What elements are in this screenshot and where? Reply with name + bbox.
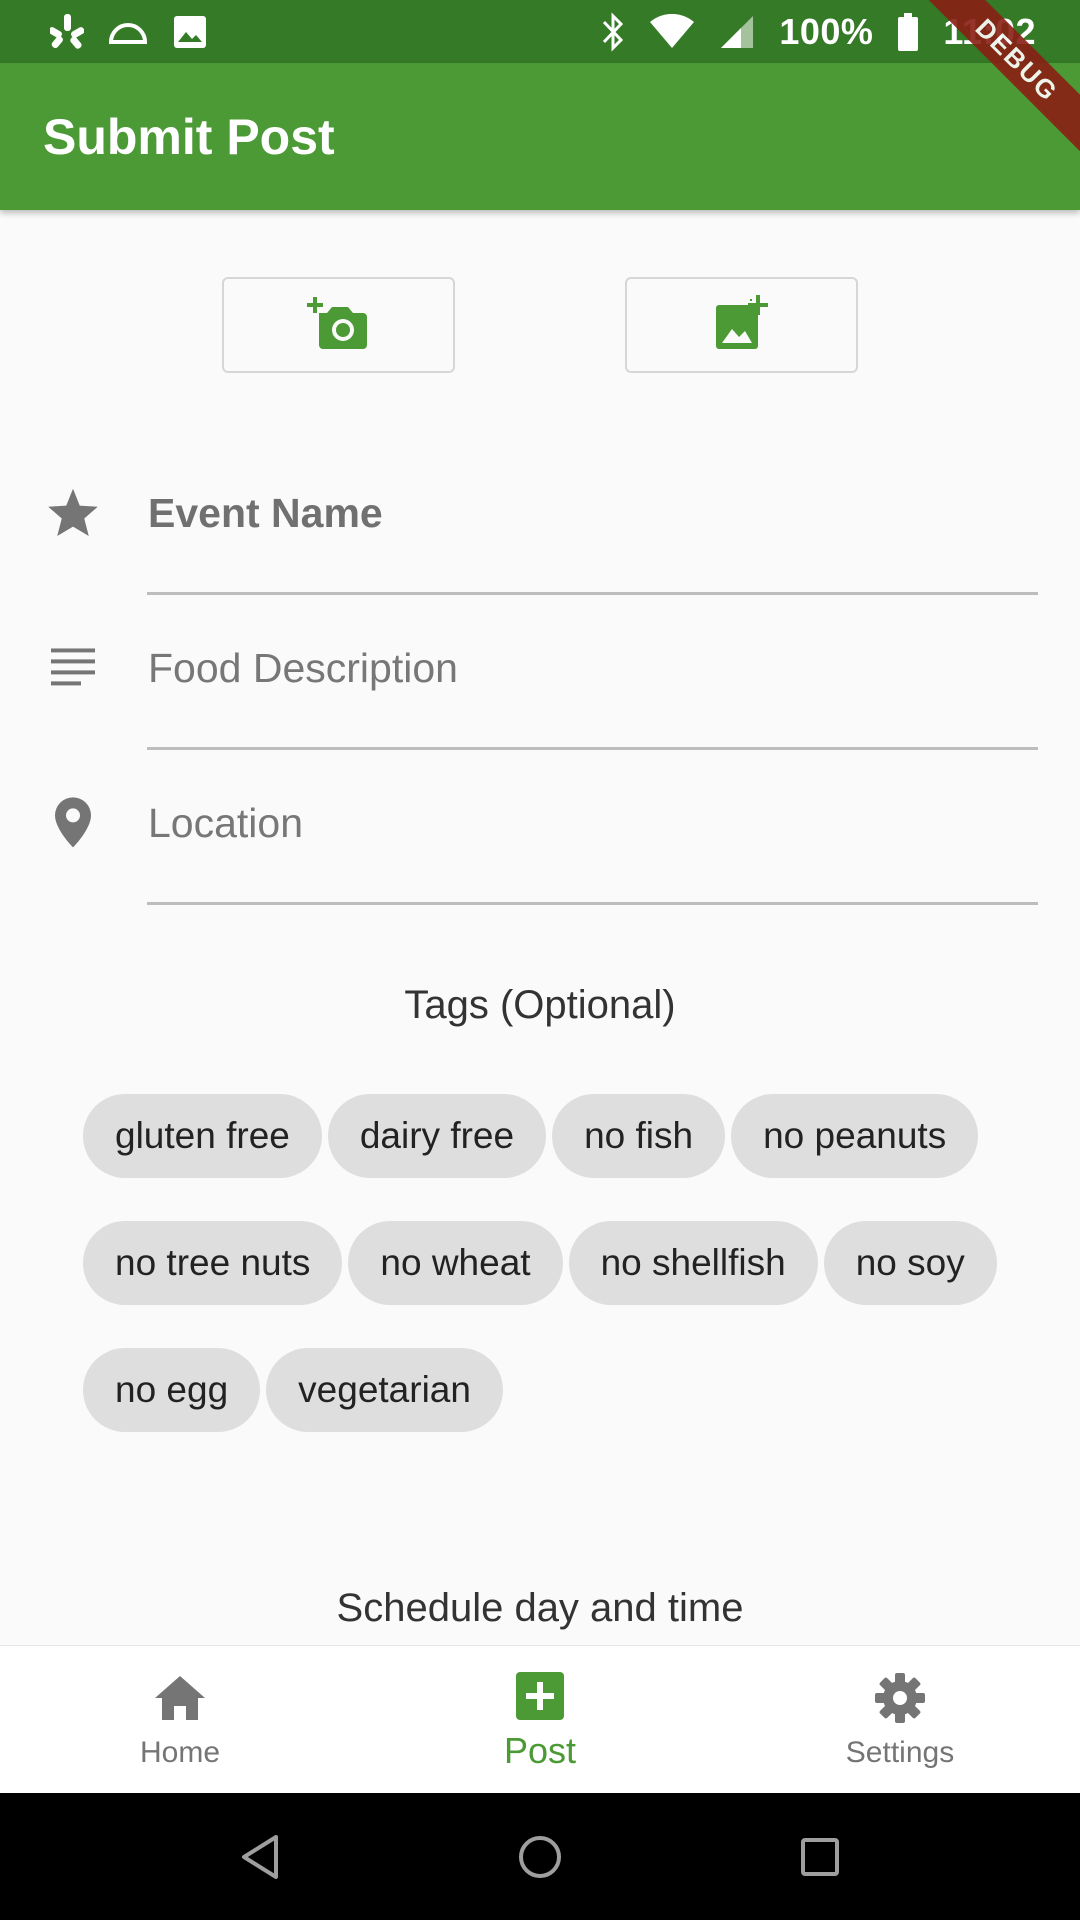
tag-chip-no-wheat[interactable]: no wheat — [348, 1221, 563, 1305]
tag-chip-no-tree-nuts[interactable]: no tree nuts — [83, 1221, 343, 1305]
location-underline — [147, 902, 1038, 905]
bottom-navigation: Home Post Settings — [0, 1645, 1080, 1793]
page-title: Submit Post — [43, 108, 335, 165]
yelp-icon — [50, 12, 84, 52]
tag-chip-vegetarian[interactable]: vegetarian — [266, 1348, 503, 1432]
signal-icon — [719, 14, 755, 50]
nav-item-settings[interactable]: Settings — [720, 1646, 1080, 1793]
recents-icon[interactable] — [775, 1812, 865, 1902]
nav-label-home: Home — [139, 1735, 221, 1769]
image-icon — [172, 14, 208, 50]
status-left-icons — [50, 12, 208, 52]
event-name-row: Event Name — [0, 440, 1080, 595]
battery-icon — [897, 12, 919, 52]
gear-icon — [873, 1670, 927, 1726]
tags-title: Tags (Optional) — [404, 983, 676, 1027]
add-box-icon — [516, 1668, 564, 1724]
status-bar: 100% 11:02 — [0, 0, 1080, 63]
food-description-field[interactable]: Food Description — [148, 644, 458, 691]
tag-chip-dairy-free[interactable]: dairy free — [327, 1094, 547, 1178]
tags-list: gluten free dairy free no fish no peanut… — [83, 1094, 1003, 1432]
location-field[interactable]: Location — [148, 799, 303, 846]
tag-chip-no-peanuts[interactable]: no peanuts — [731, 1094, 979, 1178]
take-photo-button[interactable] — [222, 277, 455, 373]
event-name-field[interactable]: Event Name — [148, 489, 383, 536]
pick-image-button[interactable] — [625, 277, 858, 373]
location-row: Location — [0, 750, 1080, 905]
nav-label-post: Post — [503, 1729, 577, 1771]
tag-chip-no-soy[interactable]: no soy — [823, 1221, 997, 1305]
tag-chip-no-egg[interactable]: no egg — [83, 1348, 261, 1432]
add-photo-alternate-icon — [714, 294, 770, 356]
nav-item-post[interactable]: Post — [360, 1646, 720, 1793]
tag-chip-gluten-free[interactable]: gluten free — [83, 1094, 322, 1178]
star-icon — [45, 484, 101, 540]
nav-item-home[interactable]: Home — [0, 1646, 360, 1793]
home-circle-icon[interactable] — [495, 1812, 585, 1902]
food-description-row: Food Description — [0, 595, 1080, 750]
bluetooth-icon — [601, 11, 625, 52]
system-navigation-bar — [0, 1793, 1080, 1920]
arc-icon — [108, 17, 148, 47]
tag-chip-no-fish[interactable]: no fish — [552, 1094, 726, 1178]
battery-percent: 100% — [779, 10, 874, 52]
tag-chip-no-shellfish[interactable]: no shellfish — [568, 1221, 818, 1305]
nav-label-settings: Settings — [845, 1735, 955, 1769]
schedule-title: Schedule day and time — [336, 1586, 744, 1630]
wifi-icon — [649, 13, 695, 50]
home-icon — [153, 1670, 207, 1726]
notes-icon — [45, 639, 101, 695]
app-bar: Submit Post — [0, 63, 1080, 210]
location-pin-icon — [45, 794, 101, 850]
back-icon[interactable] — [215, 1812, 305, 1902]
add-a-photo-icon — [306, 295, 371, 356]
